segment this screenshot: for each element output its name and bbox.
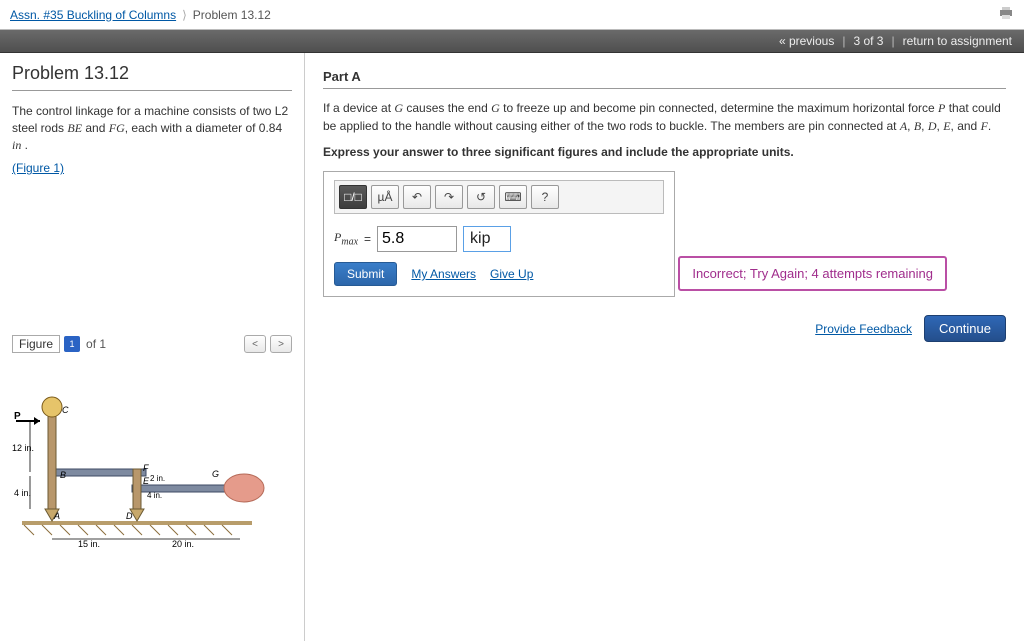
svg-text:4 in.: 4 in.	[147, 491, 162, 500]
assignment-nav: « previous | 3 of 3 | return to assignme…	[0, 30, 1024, 53]
fraction-template-button[interactable]: □/□	[339, 185, 367, 209]
reset-button[interactable]: ↺	[467, 185, 495, 209]
svg-text:P: P	[14, 411, 21, 422]
submit-button[interactable]: Submit	[334, 262, 397, 286]
answer-unit-field[interactable]: kip	[463, 226, 511, 252]
print-icon[interactable]	[998, 6, 1014, 23]
my-answers-link[interactable]: My Answers	[411, 267, 476, 281]
breadcrumb: Assn. #35 Buckling of Columns ⟩ Problem …	[0, 0, 1024, 30]
redo-button[interactable]: ↷	[435, 185, 463, 209]
breadcrumb-sep-icon: ⟩	[182, 8, 187, 22]
undo-button[interactable]: ↶	[403, 185, 431, 209]
problem-statement: The control linkage for a machine consis…	[12, 103, 292, 153]
svg-text:C: C	[62, 405, 69, 415]
nav-position: 3 of 3	[853, 34, 883, 48]
figure-count: of 1	[86, 337, 106, 351]
svg-text:A: A	[53, 511, 60, 521]
svg-text:2 in.: 2 in.	[150, 474, 165, 483]
figure-next-button[interactable]: >	[270, 335, 292, 353]
svg-text:B: B	[60, 470, 66, 480]
continue-button[interactable]: Continue	[924, 315, 1006, 342]
figure-toolbar: Figure 1 of 1 < >	[12, 335, 292, 353]
breadcrumb-link-assignment[interactable]: Assn. #35 Buckling of Columns	[10, 8, 176, 22]
prev-problem-link[interactable]: « previous	[779, 34, 834, 48]
svg-text:G: G	[212, 469, 219, 479]
help-button[interactable]: ?	[531, 185, 559, 209]
problem-title: Problem 13.12	[12, 63, 292, 91]
part-panel: Part A If a device at G causes the end G…	[305, 53, 1024, 641]
svg-text:20 in.: 20 in.	[172, 539, 194, 549]
part-header: Part A	[323, 69, 1006, 89]
feedback-message: Incorrect; Try Again; 4 attempts remaini…	[678, 256, 947, 291]
svg-text:E: E	[143, 476, 150, 486]
figure-label: Figure	[12, 335, 60, 353]
answer-panel: □/□ µÅ ↶ ↷ ↺ ⌨ ? Pmax = kip Submit My An…	[323, 171, 675, 297]
answer-value-input[interactable]	[377, 226, 457, 252]
keyboard-button[interactable]: ⌨	[499, 185, 527, 209]
return-assignment-link[interactable]: return to assignment	[903, 34, 1012, 48]
equals-sign: =	[364, 232, 371, 246]
answer-variable: Pmax	[334, 230, 358, 247]
answer-toolbar: □/□ µÅ ↶ ↷ ↺ ⌨ ?	[334, 180, 664, 214]
svg-text:15 in.: 15 in.	[78, 539, 100, 549]
give-up-link[interactable]: Give Up	[490, 267, 533, 281]
svg-text:4 in.: 4 in.	[14, 488, 31, 498]
svg-text:D: D	[126, 511, 133, 521]
answer-instruction: Express your answer to three significant…	[323, 143, 1006, 161]
nav-divider: |	[842, 34, 845, 48]
answer-line: Pmax = kip	[334, 226, 664, 252]
symbols-button[interactable]: µÅ	[371, 185, 399, 209]
svg-text:12 in.: 12 in.	[12, 443, 34, 453]
nav-divider: |	[891, 34, 894, 48]
part-question: If a device at G causes the end G to fre…	[323, 99, 1006, 135]
figure-link[interactable]: (Figure 1)	[12, 161, 64, 175]
figure-image: P C 12 in. 4 in. B A D E F G 2 in. 4 in.…	[12, 371, 277, 551]
figure-prev-button[interactable]: <	[244, 335, 266, 353]
figure-index-spinner[interactable]: 1	[64, 336, 80, 352]
svg-text:F: F	[143, 463, 149, 473]
problem-panel: Problem 13.12 The control linkage for a …	[0, 53, 305, 641]
provide-feedback-link[interactable]: Provide Feedback	[815, 322, 912, 336]
breadcrumb-current: Problem 13.12	[193, 8, 271, 22]
